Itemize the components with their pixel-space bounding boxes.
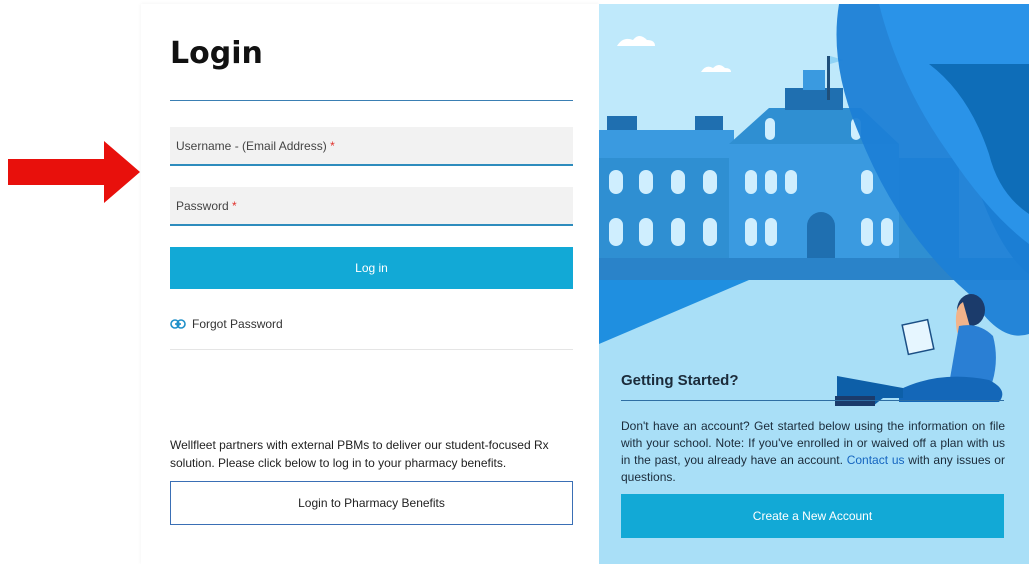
forgot-password-label: Forgot Password [192, 317, 283, 331]
username-input[interactable] [170, 127, 573, 164]
getting-started-divider [621, 400, 1004, 401]
username-field[interactable]: Username - (Email Address) * [170, 127, 573, 166]
section-divider [170, 349, 573, 350]
contact-us-link[interactable]: Contact us [847, 453, 905, 467]
create-account-button[interactable]: Create a New Account [621, 494, 1004, 538]
getting-started-panel: Getting Started? Don't have an account? … [599, 4, 1029, 564]
title-divider [170, 100, 573, 101]
pharmacy-login-button[interactable]: Login to Pharmacy Benefits [170, 481, 573, 525]
partner-text: Wellfleet partners with external PBMs to… [170, 438, 549, 470]
password-input[interactable] [170, 187, 573, 224]
getting-started-title: Getting Started? [621, 372, 739, 389]
red-arrow-icon [8, 141, 140, 203]
getting-started-text: Don't have an account? Get started below… [621, 418, 1005, 486]
page-title: Login [170, 36, 263, 71]
link-icon [170, 319, 186, 329]
forgot-password-link[interactable]: Forgot Password [170, 317, 283, 331]
password-field[interactable]: Password * [170, 187, 573, 226]
login-card: Login Username - (Email Address) * Passw… [141, 4, 599, 564]
login-button[interactable]: Log in [170, 247, 573, 289]
